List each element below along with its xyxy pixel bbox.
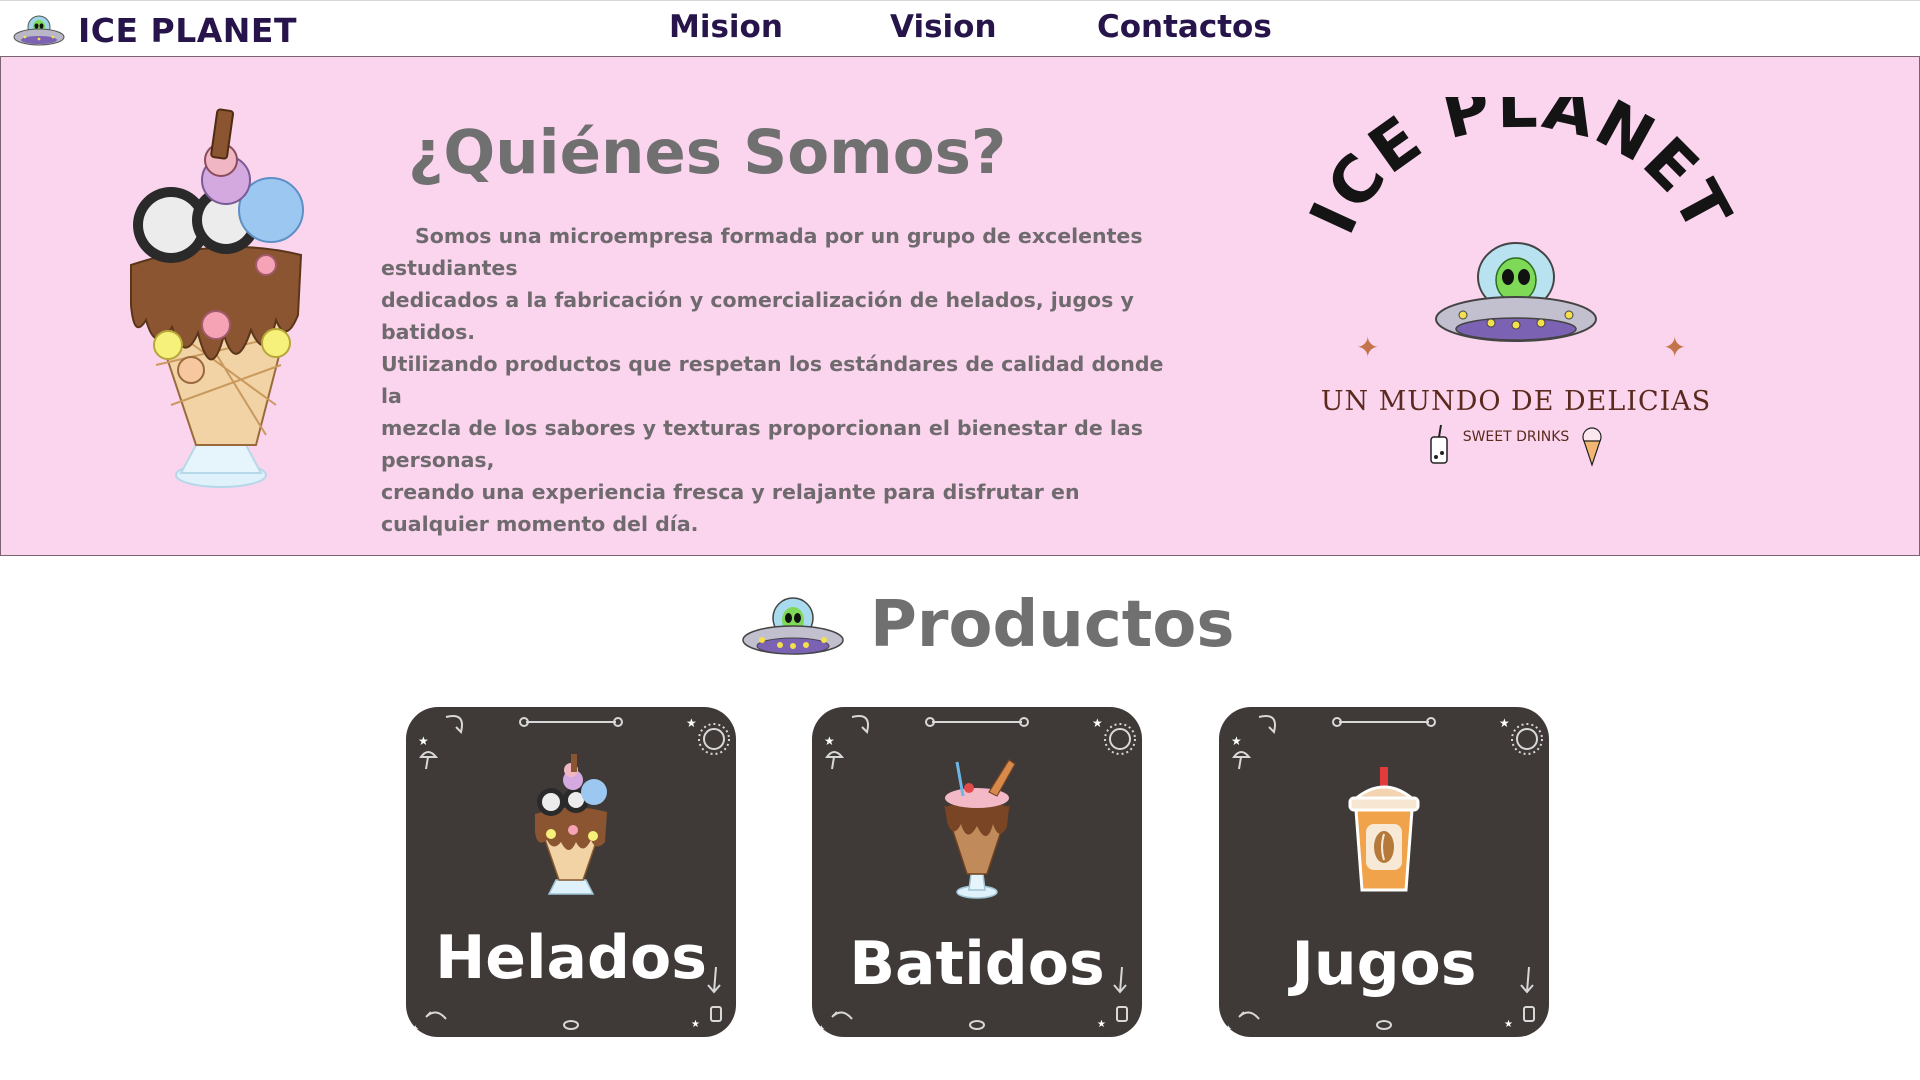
svg-text:★: ★ [824,734,835,748]
juice-cup-icon [1348,767,1420,892]
bubble-tea-icon [1430,424,1448,464]
ufo-logo-icon [13,15,65,46]
ice-planet-logo: ICE PLANET ✦ ✦ UN MUNDO DE DELICIAS SWEE… [1301,97,1741,467]
svg-text:★: ★ [1092,716,1103,730]
logo-tagline: UN MUNDO DE DELICIAS [1321,386,1712,417]
about-line-1: Somos una microempresa formada por un gr… [381,224,1143,280]
sparkle-right-icon: ✦ [1663,331,1686,364]
about-line-4: mezcla de los sabores y texturas proporc… [381,416,1143,472]
about-title: ¿Quiénes Somos? [408,117,1007,188]
about-line-3: Utilizando productos que respetan los es… [381,352,1164,408]
logo-brand-arc: ICE PLANET [1301,97,1741,245]
svg-text:★: ★ [1499,716,1510,730]
nav-link-contactos[interactable]: Contactos [1097,9,1272,45]
svg-text:✦: ✦ [1224,1024,1232,1035]
product-card-batidos[interactable]: ★ ★ ★ ✦ Batidos [812,707,1142,1037]
product-card-label: Helados [435,923,707,993]
products-header: Productos [740,585,1234,665]
svg-text:★: ★ [686,716,697,730]
about-line-6: cualquier momento del día. [381,512,699,536]
top-navbar: ICE PLANET Mision Vision Contactos [0,0,1920,57]
logo-ufo-icon [1435,242,1597,342]
brand[interactable]: ICE PLANET [12,7,297,53]
svg-text:★: ★ [1097,1019,1106,1030]
milkshake-icon [943,759,1016,899]
ice-cream-cone-icon [1582,427,1602,467]
ufo-icon [742,597,844,655]
about-section: ¿Quiénes Somos? Somos una microempresa f… [0,56,1920,556]
about-line-2: dedicados a la fabricación y comercializ… [381,288,1134,344]
svg-text:★: ★ [691,1019,700,1030]
product-card-helados[interactable]: ★ ★ ★ ✦ Helados [406,707,736,1037]
about-paragraph: Somos una microempresa formada por un gr… [381,220,1181,540]
sparkle-left-icon: ✦ [1356,331,1379,364]
product-card-label: Jugos [1291,929,1477,999]
nav-link-vision[interactable]: Vision [890,9,997,45]
svg-text:★: ★ [1504,1019,1513,1030]
product-card-label: Batidos [849,929,1105,999]
svg-text:ICE PLANET: ICE PLANET [1301,97,1741,245]
ice-cream-sundae-illustration [130,108,304,488]
logo-subtagline: SWEET DRINKS [1463,429,1570,445]
nav-link-mision[interactable]: Mision [669,9,783,45]
svg-text:★: ★ [1231,734,1242,748]
products-title: Productos [870,588,1235,662]
about-line-5: creando una experiencia fresca y relajan… [381,480,1080,504]
svg-text:✦: ✦ [411,1024,419,1035]
svg-text:✦: ✦ [817,1024,825,1035]
ice-cream-sundae-icon [535,754,607,895]
svg-text:★: ★ [418,734,429,748]
product-card-jugos[interactable]: ★ ★ ★ ✦ Jugos [1219,707,1549,1037]
brand-name: ICE PLANET [78,10,297,50]
